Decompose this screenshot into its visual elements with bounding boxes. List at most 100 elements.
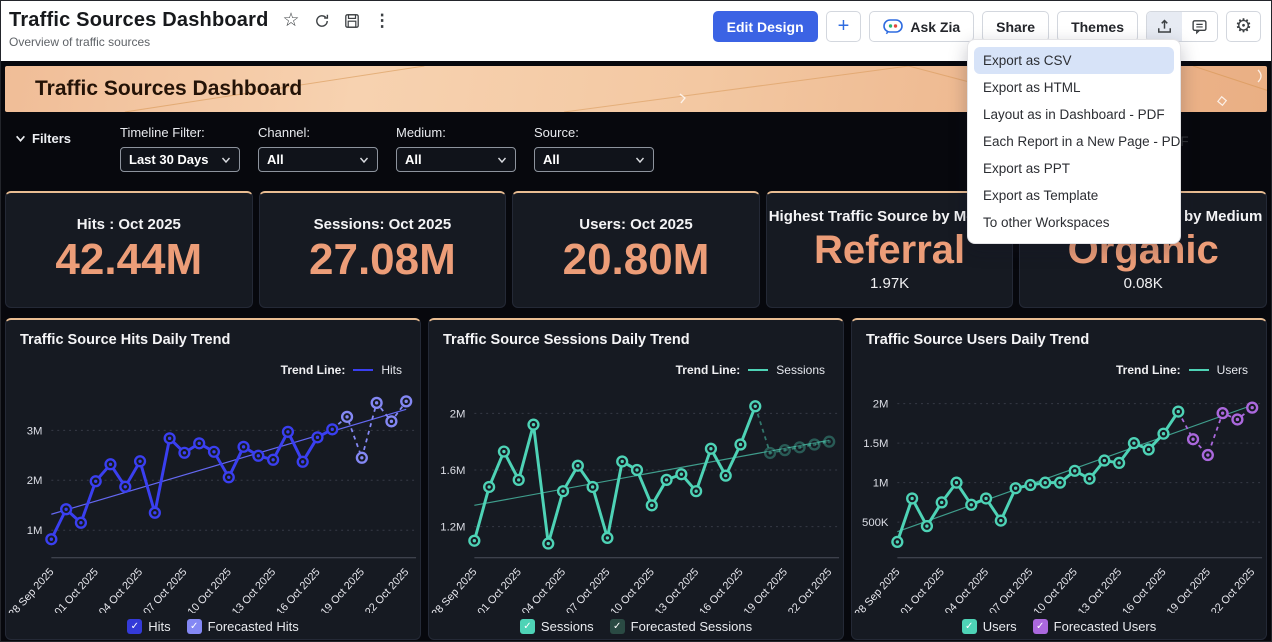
page-title: Traffic Sources Dashboard xyxy=(9,9,269,31)
medium-filter-select[interactable]: All xyxy=(396,147,516,172)
svg-text:01 Oct 2025: 01 Oct 2025 xyxy=(475,566,523,613)
svg-text:2M: 2M xyxy=(450,408,466,420)
save-icon[interactable] xyxy=(344,13,360,29)
trendline-legend: Trend Line: Users xyxy=(852,348,1266,378)
svg-text:13 Oct 2025: 13 Oct 2025 xyxy=(1076,566,1124,613)
legend-label: Hits xyxy=(148,618,171,634)
svg-text:10 Oct 2025: 10 Oct 2025 xyxy=(186,566,234,613)
series-legend: ✓ Users ✓ Forecasted Users xyxy=(852,613,1266,639)
chart-title: Traffic Source Hits Daily Trend xyxy=(20,332,231,348)
edit-design-button[interactable]: Edit Design xyxy=(712,11,818,42)
hits-trend-chart-card: Traffic Source Hits Daily Trend Trend Li… xyxy=(5,318,421,640)
source-filter-select[interactable]: All xyxy=(534,147,654,172)
filters-toggle[interactable]: Filters xyxy=(15,125,120,183)
svg-text:2M: 2M xyxy=(27,475,43,487)
svg-text:1.6M: 1.6M xyxy=(440,465,465,477)
kpi-subvalue: 1.97K xyxy=(869,275,910,292)
kpi-card-sessions: Sessions: Oct 2025 27.08M xyxy=(258,191,507,308)
svg-text:500K: 500K xyxy=(862,517,889,529)
menu-item-export-template[interactable]: Export as Template xyxy=(974,182,1174,209)
menu-item-layout-pdf[interactable]: Layout as in Dashboard - PDF xyxy=(974,101,1174,128)
checkbox-icon: ✓ xyxy=(961,618,977,634)
menu-item-other-workspaces[interactable]: To other Workspaces xyxy=(974,209,1174,236)
svg-text:01 Oct 2025: 01 Oct 2025 xyxy=(52,566,100,613)
kpi-value: 27.08M xyxy=(309,235,456,285)
themes-button[interactable]: Themes xyxy=(1057,11,1138,42)
trendline-swatch xyxy=(1188,369,1209,371)
kpi-title: Sessions: Oct 2025 xyxy=(313,216,452,234)
legend-forecasted-users-checkbox[interactable]: ✓ Forecasted Users xyxy=(1032,618,1156,634)
legend-forecasted-hits-checkbox[interactable]: ✓ Forecasted Hits xyxy=(186,618,299,634)
checkbox-icon: ✓ xyxy=(186,618,202,634)
svg-text:10 Oct 2025: 10 Oct 2025 xyxy=(1032,566,1080,613)
checkbox-icon: ✓ xyxy=(127,618,143,634)
trendline-legend: Trend Line: Hits xyxy=(6,348,420,378)
settings-gear-icon[interactable]: ⚙ xyxy=(1226,11,1261,42)
svg-text:22 Oct 2025: 22 Oct 2025 xyxy=(363,566,411,613)
trendline-label: Trend Line: xyxy=(280,363,346,377)
svg-text:28 Sep 2025: 28 Sep 2025 xyxy=(429,566,479,613)
legend-label: Forecasted Sessions xyxy=(630,618,753,634)
kpi-card-hits: Hits : Oct 2025 42.44M xyxy=(5,191,253,308)
ask-zia-button[interactable]: Ask Zia xyxy=(869,11,975,42)
svg-text:1.2M: 1.2M xyxy=(440,522,465,534)
legend-forecasted-sessions-checkbox[interactable]: ✓ Forecasted Sessions xyxy=(609,618,753,634)
checkbox-icon: ✓ xyxy=(1032,618,1048,634)
header-icon-group xyxy=(1146,11,1218,42)
more-options-kebab-icon[interactable]: ⋮ xyxy=(374,12,391,29)
trendline-label: Trend Line: xyxy=(675,363,741,377)
menu-item-export-ppt[interactable]: Export as PPT xyxy=(974,155,1174,182)
banner-title: Traffic Sources Dashboard xyxy=(35,77,303,100)
kpi-card-users: Users: Oct 2025 20.80M xyxy=(512,191,760,308)
timeline-filter-value: Last 30 Days xyxy=(129,152,209,167)
sessions-line-chart: 1.2M 1.6M 2M 28 Sep 202501 Oct 202504 Oct 2… xyxy=(429,400,840,613)
trendline-label: Trend Line: xyxy=(1115,363,1181,377)
chevron-down-icon xyxy=(16,135,25,142)
add-button[interactable]: + xyxy=(825,11,862,42)
menu-item-export-csv[interactable]: Export as CSV xyxy=(974,47,1174,74)
svg-text:28 Sep 2025: 28 Sep 2025 xyxy=(852,566,902,613)
favorite-star-icon[interactable]: ☆ xyxy=(283,11,300,30)
trendline-legend: Trend Line: Sessions xyxy=(429,348,843,378)
legend-sessions-checkbox[interactable]: ✓ Sessions xyxy=(519,618,594,634)
export-icon[interactable] xyxy=(1147,12,1182,41)
trendline-series-label: Sessions xyxy=(776,363,825,377)
channel-filter-value: All xyxy=(267,152,284,167)
zia-icon xyxy=(883,18,904,35)
charts-row: Traffic Source Hits Daily Trend Trend Li… xyxy=(5,318,1267,640)
hits-line-chart: 1M 2M 3M 28 Sep 202501 Oct 202504 Oct 20250… xyxy=(6,395,417,613)
svg-text:1M: 1M xyxy=(873,478,889,490)
svg-text:1.5M: 1.5M xyxy=(863,438,888,450)
kpi-value: 42.44M xyxy=(55,235,203,285)
svg-text:10 Oct 2025: 10 Oct 2025 xyxy=(609,566,657,613)
medium-filter-label: Medium: xyxy=(396,125,446,140)
legend-hits-checkbox[interactable]: ✓ Hits xyxy=(127,618,171,634)
chart-title: Traffic Source Users Daily Trend xyxy=(866,332,1090,348)
medium-filter-value: All xyxy=(405,152,422,167)
chevron-down-icon xyxy=(221,157,231,163)
source-filter-value: All xyxy=(543,152,560,167)
kpi-title: Hits : Oct 2025 xyxy=(76,216,181,234)
legend-users-checkbox[interactable]: ✓ Users xyxy=(961,618,1017,634)
share-button[interactable]: Share xyxy=(982,11,1050,42)
refresh-icon[interactable] xyxy=(314,13,330,29)
chart-title: Traffic Source Sessions Daily Trend xyxy=(443,332,690,348)
channel-filter-label: Channel: xyxy=(258,125,311,140)
chevron-down-icon xyxy=(359,157,369,163)
trendline-series-label: Users xyxy=(1216,363,1248,377)
comments-icon[interactable] xyxy=(1182,12,1217,41)
svg-text:13 Oct 2025: 13 Oct 2025 xyxy=(230,566,278,613)
svg-text:22 Oct 2025: 22 Oct 2025 xyxy=(1209,566,1257,613)
legend-label: Users xyxy=(982,618,1017,634)
page-subtitle: Overview of traffic sources xyxy=(9,35,151,49)
menu-item-each-report-pdf[interactable]: Each Report in a New Page - PDF xyxy=(974,128,1189,155)
svg-text:19 Oct 2025: 19 Oct 2025 xyxy=(742,566,790,613)
channel-filter-select[interactable]: All xyxy=(258,147,378,172)
timeline-filter-select[interactable]: Last 30 Days xyxy=(120,147,240,172)
export-menu: Export as CSV Export as HTML Layout as i… xyxy=(967,39,1189,244)
svg-text:1M: 1M xyxy=(27,525,43,537)
trendline-series-label: Hits xyxy=(381,363,402,377)
menu-item-export-html[interactable]: Export as HTML xyxy=(974,74,1174,101)
svg-text:2M: 2M xyxy=(873,399,889,411)
svg-text:3M: 3M xyxy=(27,425,43,437)
